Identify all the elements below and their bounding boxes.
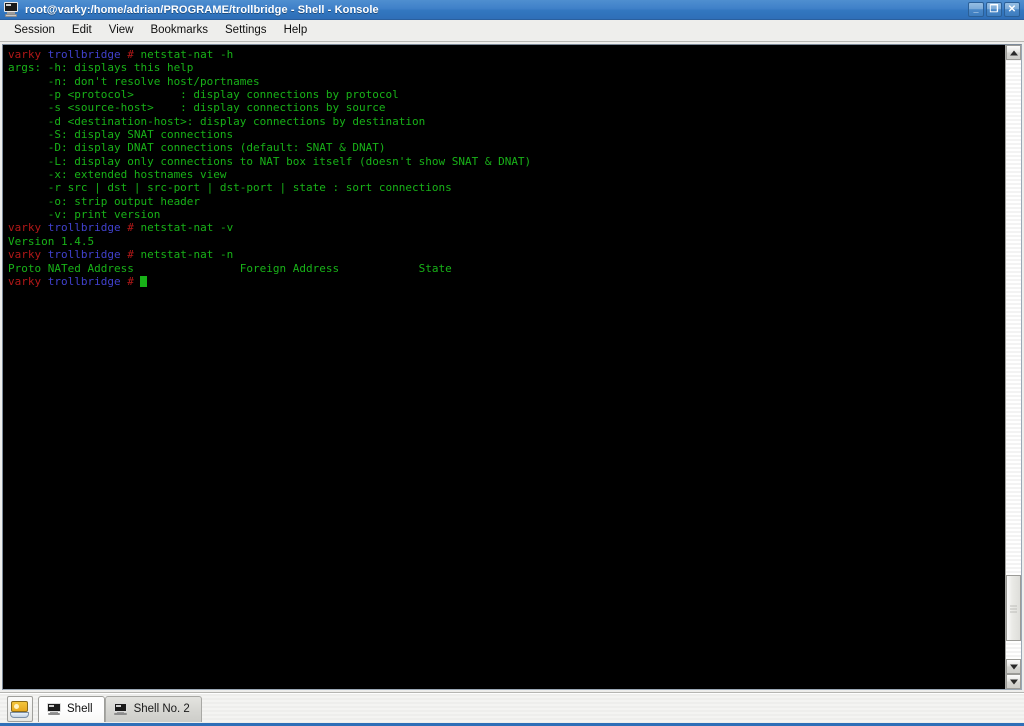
terminal-screen[interactable]: varky trollbridge # netstat-nat -hargs: …	[3, 45, 1005, 689]
terminal-output-text: -r src | dst | src-port | dst-port | sta…	[8, 181, 452, 194]
window-controls: _ ❐ ✕	[968, 2, 1022, 17]
minimize-icon: _	[969, 3, 983, 16]
terminal-output-text: -S: display SNAT connections	[8, 128, 233, 141]
terminal-output-line: -S: display SNAT connections	[8, 128, 1005, 141]
terminal-output-text: -n: don't resolve host/portnames	[8, 75, 260, 88]
terminal-output-text: -L: display only connections to NAT box …	[8, 155, 531, 168]
terminal-output-line: Proto NATed Address Foreign Address Stat…	[8, 262, 1005, 275]
terminal-output-text: -d <destination-host>: display connectio…	[8, 115, 425, 128]
terminal-output-line: -d <destination-host>: display connectio…	[8, 115, 1005, 128]
session-tab-shell-no-2-label: Shell No. 2	[134, 703, 190, 715]
scroll-up-button[interactable]	[1006, 45, 1021, 60]
terminal-monitor-icon	[46, 702, 62, 716]
scrollbar-thumb[interactable]	[1006, 575, 1021, 641]
prompt-host: trollbridge	[48, 221, 121, 234]
terminal-command: netstat-nat -n	[140, 248, 233, 261]
terminal-output-text: Version 1.4.5	[8, 235, 94, 248]
session-tab-bar: Shell Shell No. 2	[0, 692, 1024, 726]
terminal-cursor	[140, 276, 147, 287]
prompt-symbol: #	[127, 275, 134, 288]
prompt-user: varky	[8, 275, 41, 288]
terminal-output-text: Proto NATed Address Foreign Address Stat…	[8, 262, 452, 275]
session-tab-shell-label: Shell	[67, 703, 93, 715]
scrollbar-track[interactable]	[1006, 60, 1021, 659]
terminal-output-line: args: -h: displays this help	[8, 61, 1005, 74]
maximize-icon: ❐	[987, 3, 1001, 16]
prompt-symbol: #	[127, 248, 134, 261]
window-title: root@varky:/home/adrian/PROGRAME/trollbr…	[25, 4, 379, 16]
terminal-output-text: -D: display DNAT connections (default: S…	[8, 141, 386, 154]
terminal-output-line: -v: print version	[8, 208, 1005, 221]
prompt-symbol: #	[127, 48, 134, 61]
terminal-output-text: -p <protocol> : display connections by p…	[8, 88, 399, 101]
terminal-output-line: -n: don't resolve host/portnames	[8, 75, 1005, 88]
menu-item-session[interactable]: Session	[6, 22, 64, 39]
terminal-output-text: -x: extended hostnames view	[8, 168, 227, 181]
prompt-host: trollbridge	[48, 48, 121, 61]
terminal-monitor-icon	[113, 702, 129, 716]
session-tab-shell-no-2[interactable]: Shell No. 2	[105, 696, 202, 722]
scroll-down-arrow-icon	[1010, 664, 1018, 669]
close-icon: ✕	[1005, 3, 1019, 16]
terminal-output-text: -s <source-host> : display connections b…	[8, 101, 386, 114]
new-session-button[interactable]	[7, 696, 33, 722]
terminal-prompt-line: varky trollbridge # netstat-nat -n	[8, 248, 1005, 261]
terminal-container: varky trollbridge # netstat-nat -hargs: …	[0, 42, 1024, 692]
menu-bar: Session Edit View Bookmarks Settings Hel…	[0, 20, 1024, 42]
scroll-up-arrow-icon	[1010, 50, 1018, 55]
terminal-frame: varky trollbridge # netstat-nat -hargs: …	[2, 44, 1022, 690]
prompt-user: varky	[8, 48, 41, 61]
minimize-button[interactable]: _	[968, 2, 984, 17]
menu-item-bookmarks[interactable]: Bookmarks	[142, 22, 217, 39]
terminal-prompt-line: varky trollbridge #	[8, 275, 1005, 288]
prompt-user: varky	[8, 248, 41, 261]
session-tab-shell[interactable]: Shell	[38, 696, 105, 722]
terminal-output-line: -r src | dst | src-port | dst-port | sta…	[8, 181, 1005, 194]
terminal-command: netstat-nat -v	[140, 221, 233, 234]
title-bar[interactable]: root@varky:/home/adrian/PROGRAME/trollbr…	[0, 0, 1024, 20]
menu-item-settings[interactable]: Settings	[217, 22, 276, 39]
terminal-scrollbar[interactable]	[1005, 45, 1021, 689]
terminal-prompt-line: varky trollbridge # netstat-nat -v	[8, 221, 1005, 234]
terminal-output-text: args: -h: displays this help	[8, 61, 193, 74]
prompt-user: varky	[8, 221, 41, 234]
terminal-output-line: -L: display only connections to NAT box …	[8, 155, 1005, 168]
terminal-command: netstat-nat -h	[140, 48, 233, 61]
close-button[interactable]: ✕	[1004, 2, 1020, 17]
prompt-host: trollbridge	[48, 275, 121, 288]
terminal-output-line: -p <protocol> : display connections by p…	[8, 88, 1005, 101]
terminal-output-text: -o: strip output header	[8, 195, 200, 208]
terminal-output-line: -D: display DNAT connections (default: S…	[8, 141, 1005, 154]
title-bar-left: root@varky:/home/adrian/PROGRAME/trollbr…	[3, 2, 379, 18]
scroll-down-button-secondary[interactable]	[1006, 674, 1021, 689]
terminal-output-line: -o: strip output header	[8, 195, 1005, 208]
new-session-icon	[10, 700, 30, 718]
terminal-output-text: -v: print version	[8, 208, 160, 221]
terminal-monitor-icon	[3, 2, 19, 18]
terminal-prompt-line: varky trollbridge # netstat-nat -h	[8, 48, 1005, 61]
terminal-output-line: -s <source-host> : display connections b…	[8, 101, 1005, 114]
maximize-button[interactable]: ❐	[986, 2, 1002, 17]
prompt-host: trollbridge	[48, 248, 121, 261]
konsole-application: root@varky:/home/adrian/PROGRAME/trollbr…	[0, 0, 1024, 726]
menu-item-view[interactable]: View	[101, 22, 143, 39]
menu-item-help[interactable]: Help	[276, 22, 317, 39]
konsole-window: root@varky:/home/adrian/PROGRAME/trollbr…	[0, 0, 1024, 692]
scroll-down-arrow-icon-secondary	[1010, 679, 1018, 684]
scroll-down-button[interactable]	[1006, 659, 1021, 674]
terminal-output-line: -x: extended hostnames view	[8, 168, 1005, 181]
prompt-symbol: #	[127, 221, 134, 234]
menu-item-edit[interactable]: Edit	[64, 22, 101, 39]
terminal-output-line: Version 1.4.5	[8, 235, 1005, 248]
